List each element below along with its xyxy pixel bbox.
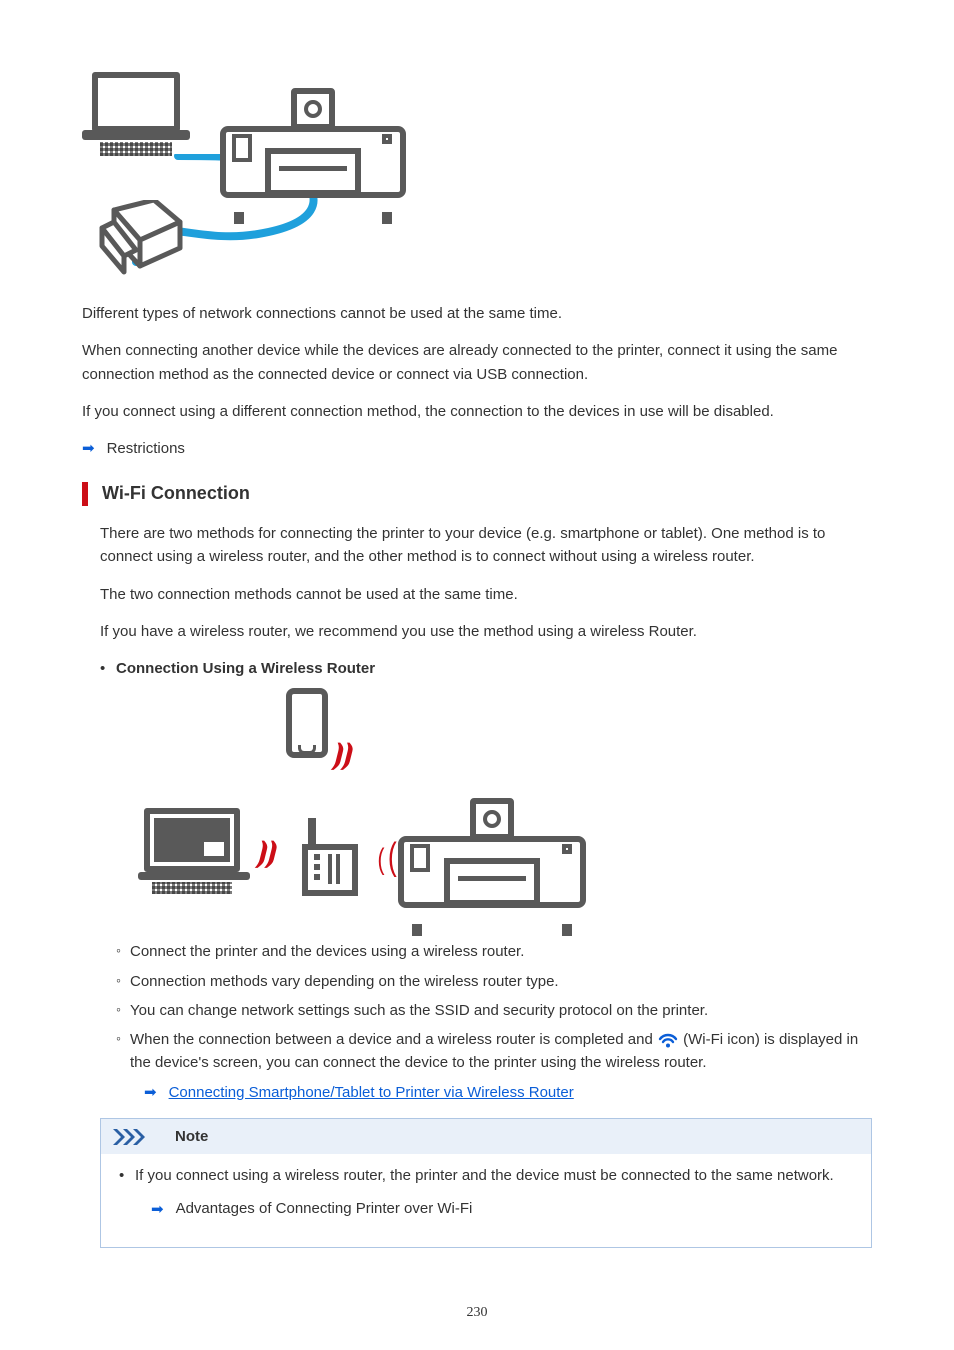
wifi-icon — [657, 1031, 679, 1049]
wireless-waves-icon: ⦘⦘ — [256, 830, 275, 873]
note-header: Note — [101, 1119, 871, 1154]
intro-paragraph-3: If you connect using a different connect… — [82, 400, 872, 423]
wireless-waves-icon: (( — [376, 828, 399, 887]
figure-usb-connection — [82, 72, 406, 284]
laptop-icon — [82, 72, 190, 162]
wifi-paragraph-2: The two connection methods cannot be use… — [100, 583, 872, 606]
intro-paragraph-1: Different types of network connections c… — [82, 302, 872, 325]
heading-text: Wi-Fi Connection — [102, 480, 250, 508]
figure-wireless-connection: ⦘⦘ ⦘⦘ (( — [138, 688, 586, 928]
printer-icon — [220, 88, 406, 214]
page-number: 230 — [0, 1302, 954, 1324]
smartphone-icon — [286, 688, 328, 758]
arrow-right-icon: ➡ — [82, 441, 95, 456]
note-item-1: If you connect using a wireless router, … — [119, 1164, 853, 1221]
note-label: Note — [175, 1125, 208, 1148]
note-item-1-text: If you connect using a wireless router, … — [135, 1167, 834, 1184]
sub-bullet-4: When the connection between a device and… — [116, 1028, 872, 1104]
page: Different types of network connections c… — [0, 0, 954, 1350]
arrow-right-icon: ➡ — [144, 1085, 157, 1100]
restrictions-label: Restrictions — [107, 437, 185, 460]
laptop-icon — [138, 808, 260, 900]
section-heading-wifi: Wi-Fi Connection — [82, 480, 872, 508]
connect-smartphone-link-label: Connecting Smartphone/Tablet to Printer … — [169, 1081, 574, 1104]
router-icon — [302, 818, 358, 896]
heading-accent-icon — [82, 482, 88, 506]
note-box: Note If you connect using a wireless rou… — [100, 1118, 872, 1248]
intro-paragraph-2: When connecting another device while the… — [82, 339, 872, 386]
wireless-waves-icon: ⦘⦘ — [332, 732, 351, 775]
advantages-link-label: Advantages of Connecting Printer over Wi… — [176, 1197, 473, 1220]
sub-bullet-3: You can change network settings such as … — [116, 999, 872, 1022]
wifi-paragraph-3: If you have a wireless router, we recomm… — [100, 620, 872, 643]
wifi-paragraph-1: There are two methods for connecting the… — [100, 522, 872, 569]
usb-plug-icon — [96, 200, 184, 280]
restrictions-link[interactable]: ➡ Restrictions — [82, 437, 872, 460]
chevrons-icon — [113, 1129, 165, 1145]
bullet-title: Connection Using a Wireless Router — [116, 660, 375, 677]
arrow-right-icon: ➡ — [151, 1202, 164, 1217]
sub-bullet-4-text-a: When the connection between a device and… — [130, 1031, 657, 1048]
printer-icon — [398, 798, 586, 926]
advantages-link[interactable]: ➡ Advantages of Connecting Printer over … — [151, 1197, 853, 1220]
sub-bullet-1: Connect the printer and the devices usin… — [116, 940, 872, 963]
connect-smartphone-link[interactable]: ➡ Connecting Smartphone/Tablet to Printe… — [144, 1081, 872, 1104]
bullet-connection-using-router: Connection Using a Wireless Router ⦘⦘ ⦘⦘… — [100, 657, 872, 1104]
sub-bullet-2: Connection methods vary depending on the… — [116, 970, 872, 993]
